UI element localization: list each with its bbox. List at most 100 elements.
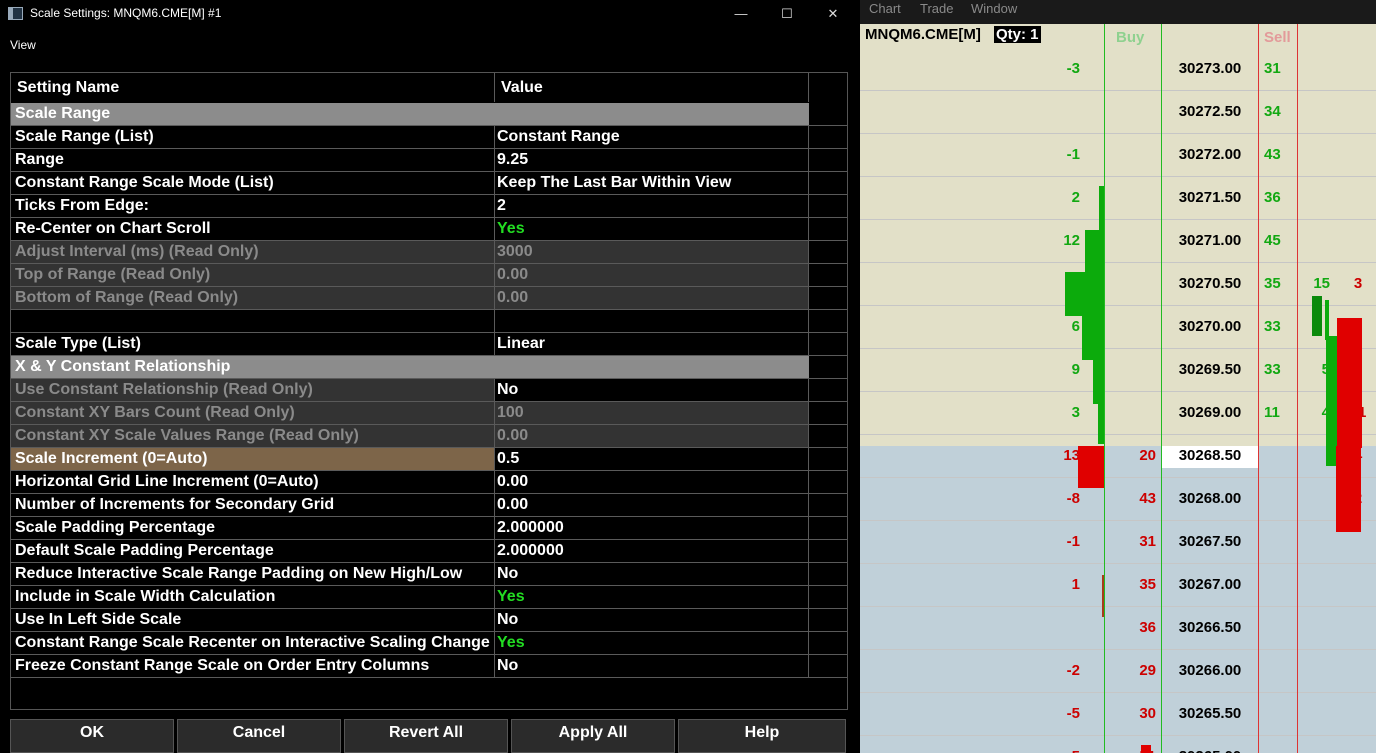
cancel-button[interactable]: Cancel	[177, 719, 341, 753]
setting-row[interactable]: Number of Increments for Secondary Grid 0…	[11, 494, 847, 517]
quantity-field[interactable]: Qty: 1	[994, 26, 1041, 43]
price-cell[interactable]: 30265.50	[1162, 705, 1258, 722]
setting-row[interactable]: Bottom of Range (Read Only) 0.00	[11, 287, 847, 310]
menu-chart[interactable]: Chart	[869, 1, 901, 16]
setting-row[interactable]: Scale Type (List) Linear	[11, 333, 847, 356]
ask-volume-cell[interactable]: 31	[1264, 60, 1294, 77]
setting-row[interactable]: Constant Range Scale Recenter on Interac…	[11, 632, 847, 655]
setting-value-cell[interactable]: 2	[495, 195, 809, 218]
menu-trade[interactable]: Trade	[920, 1, 953, 16]
setting-value-cell[interactable]: No	[495, 563, 809, 586]
bid-volume-cell[interactable]: 36	[1116, 619, 1156, 636]
ask-volume-cell[interactable]: 33	[1264, 361, 1294, 378]
volume-delta-cell[interactable]: -1	[1040, 146, 1080, 163]
sell-volume-cell[interactable]: 3	[1344, 275, 1372, 292]
setting-row[interactable]	[11, 310, 847, 333]
setting-value-cell[interactable]: 2.000000	[495, 540, 809, 563]
setting-value-cell[interactable]: Yes	[495, 218, 809, 241]
setting-row[interactable]: Freeze Constant Range Scale on Order Ent…	[11, 655, 847, 678]
header-setting-name[interactable]: Setting Name	[11, 73, 495, 102]
ask-volume-cell[interactable]: 34	[1264, 103, 1294, 120]
bid-volume-cell[interactable]: 43	[1116, 490, 1156, 507]
price-cell[interactable]: 30269.00	[1162, 404, 1258, 421]
setting-row[interactable]: Horizontal Grid Line Increment (0=Auto) 0…	[11, 471, 847, 494]
volume-delta-cell[interactable]: 3	[1040, 404, 1080, 421]
price-cell[interactable]: 30273.00	[1162, 60, 1258, 77]
ask-volume-cell[interactable]: 36	[1264, 189, 1294, 206]
maximize-button[interactable]: ☐	[764, 0, 810, 28]
setting-value-cell[interactable]: 9.25	[495, 149, 809, 172]
setting-row[interactable]: Scale Range (List) Constant Range	[11, 126, 847, 149]
volume-delta-cell[interactable]: -1	[1040, 533, 1080, 550]
volume-delta-cell[interactable]: 6	[1040, 318, 1080, 335]
volume-delta-cell[interactable]: 1	[1040, 576, 1080, 593]
setting-value-cell[interactable]: Keep The Last Bar Within View	[495, 172, 809, 195]
bid-volume-cell[interactable]: 31	[1116, 533, 1156, 550]
price-cell[interactable]: 30271.50	[1162, 189, 1258, 206]
setting-value-cell[interactable]: Linear	[495, 333, 809, 356]
price-cell[interactable]: 30272.00	[1162, 146, 1258, 163]
setting-row[interactable]: Constant Range Scale Mode (List) Keep The…	[11, 172, 847, 195]
volume-delta-cell[interactable]: 13	[1040, 447, 1080, 464]
apply-all-button[interactable]: Apply All	[511, 719, 675, 753]
ask-volume-cell[interactable]: 45	[1264, 232, 1294, 249]
bid-volume-cell[interactable]: 35	[1116, 576, 1156, 593]
setting-row[interactable]: Range 9.25	[11, 149, 847, 172]
setting-row[interactable]: Top of Range (Read Only) 0.00	[11, 264, 847, 287]
setting-value-cell[interactable]: 0.00	[495, 471, 809, 494]
title-bar[interactable]: Scale Settings: MNQM6.CME[M] #1 — ☐ ✕	[0, 0, 857, 28]
ask-volume-cell[interactable]: 35	[1264, 275, 1294, 292]
menu-view[interactable]: View	[10, 38, 36, 52]
close-button[interactable]: ✕	[810, 0, 856, 28]
setting-row[interactable]: Include in Scale Width Calculation Yes	[11, 586, 847, 609]
setting-value-cell[interactable]: Constant Range	[495, 126, 809, 149]
help-button[interactable]: Help	[678, 719, 846, 753]
ask-volume-cell[interactable]: 43	[1264, 146, 1294, 163]
bid-volume-cell[interactable]: 30	[1116, 705, 1156, 722]
volume-delta-cell[interactable]: 9	[1040, 361, 1080, 378]
ask-volume-cell[interactable]: 33	[1264, 318, 1294, 335]
buy-volume-cell[interactable]: 15	[1304, 275, 1330, 292]
menu-window[interactable]: Window	[971, 1, 1017, 16]
ask-volume-cell[interactable]: 11	[1264, 404, 1294, 421]
price-cell[interactable]: 30270.00	[1162, 318, 1258, 335]
setting-row[interactable]: Use Constant Relationship (Read Only) No	[11, 379, 847, 402]
price-cell[interactable]: 30267.00	[1162, 576, 1258, 593]
header-value[interactable]: Value	[495, 73, 809, 102]
revert-all-button[interactable]: Revert All	[344, 719, 508, 753]
setting-value-cell[interactable]: 0.00	[495, 494, 809, 517]
setting-row[interactable]: Constant XY Bars Count (Read Only) 100	[11, 402, 847, 425]
setting-row[interactable]: Re-Center on Chart Scroll Yes	[11, 218, 847, 241]
price-cell[interactable]: 30270.50	[1162, 275, 1258, 292]
setting-value-cell[interactable]: Yes	[495, 632, 809, 655]
setting-row[interactable]: Scale Increment (0=Auto) 0.5	[11, 448, 847, 471]
setting-value-cell[interactable]: No	[495, 609, 809, 632]
volume-delta-cell[interactable]: -2	[1040, 662, 1080, 679]
setting-row[interactable]: Use In Left Side Scale No	[11, 609, 847, 632]
setting-value-cell[interactable]: No	[495, 379, 809, 402]
ok-button[interactable]: OK	[10, 719, 174, 753]
price-cell[interactable]: 30267.50	[1162, 533, 1258, 550]
setting-value-cell[interactable]: Yes	[495, 586, 809, 609]
price-cell[interactable]: 30268.50	[1162, 447, 1258, 464]
group-row[interactable]: Scale Range	[11, 103, 847, 126]
price-cell[interactable]: 30265.00	[1162, 748, 1258, 753]
price-cell[interactable]: 30266.00	[1162, 662, 1258, 679]
bid-volume-cell[interactable]: 20	[1116, 447, 1156, 464]
price-cell[interactable]: 30268.00	[1162, 490, 1258, 507]
price-cell[interactable]: 30272.50	[1162, 103, 1258, 120]
setting-row[interactable]: Adjust Interval (ms) (Read Only) 3000	[11, 241, 847, 264]
minimize-button[interactable]: —	[718, 0, 764, 28]
bid-volume-cell[interactable]: 29	[1116, 662, 1156, 679]
volume-delta-cell[interactable]: -3	[1040, 60, 1080, 77]
setting-row[interactable]: Constant XY Scale Values Range (Read Onl…	[11, 425, 847, 448]
price-cell[interactable]: 30266.50	[1162, 619, 1258, 636]
volume-delta-cell[interactable]: 2	[1040, 189, 1080, 206]
volume-delta-cell[interactable]: -8	[1040, 490, 1080, 507]
setting-row[interactable]: Scale Padding Percentage 2.000000	[11, 517, 847, 540]
volume-delta-cell[interactable]: -5	[1040, 705, 1080, 722]
setting-value-cell[interactable]: 0.5	[495, 448, 809, 471]
sell-column-label[interactable]: Sell	[1264, 29, 1291, 46]
price-cell[interactable]: 30269.50	[1162, 361, 1258, 378]
volume-delta-cell[interactable]: 12	[1040, 232, 1080, 249]
